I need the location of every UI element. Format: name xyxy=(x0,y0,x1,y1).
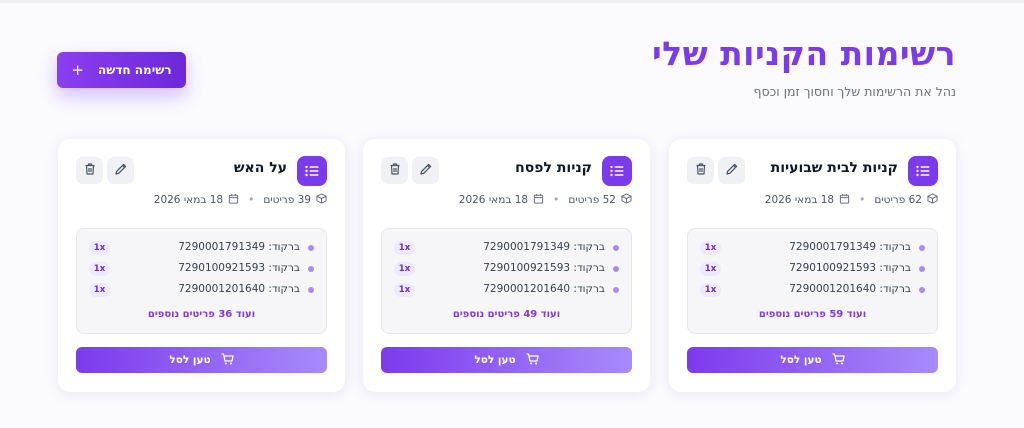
bullet-dot xyxy=(308,245,314,251)
list-title: קניות לפסח xyxy=(515,160,592,176)
load-to-cart-button[interactable]: טען לסל xyxy=(381,347,632,373)
load-to-cart-label: טען לסל xyxy=(474,354,516,366)
qty-badge: 1x xyxy=(700,283,721,297)
cart-icon xyxy=(526,352,539,368)
pencil-icon xyxy=(419,161,433,180)
load-to-cart-button[interactable]: טען לסל xyxy=(687,347,938,373)
delete-button[interactable] xyxy=(687,157,714,184)
box-icon xyxy=(621,193,632,207)
trash-icon xyxy=(83,161,97,180)
edit-button[interactable] xyxy=(412,157,439,184)
box-icon xyxy=(927,193,938,207)
more-items-text: ועוד 36 פריטים נוספים xyxy=(147,309,256,320)
delete-button[interactable] xyxy=(381,157,408,184)
qty-badge: 1x xyxy=(700,241,721,255)
bullet-dot xyxy=(308,287,314,293)
list-item: ברקוד: 7290100921593 1x xyxy=(89,262,314,276)
bullet-dot xyxy=(613,245,619,251)
pencil-icon xyxy=(114,161,128,180)
calendar-icon xyxy=(533,193,544,207)
list-item: ברקוד: 7290001201640 1x xyxy=(89,283,314,297)
more-items-text: ועוד 49 פריטים נוספים xyxy=(452,309,561,320)
qty-badge: 1x xyxy=(394,241,415,255)
item-barcode: ברקוד: 7290001791349 xyxy=(483,241,605,253)
delete-button[interactable] xyxy=(76,157,103,184)
item-barcode: ברקוד: 7290100921593 xyxy=(178,262,300,274)
qty-badge: 1x xyxy=(89,283,110,297)
plus-icon: + xyxy=(71,60,84,79)
list-meta: 52 פריטים • 18 במאי 2026 xyxy=(459,193,632,207)
load-to-cart-label: טען לסל xyxy=(780,354,822,366)
item-barcode: ברקוד: 7290001201640 xyxy=(483,283,605,295)
qty-badge: 1x xyxy=(700,262,721,276)
qty-badge: 1x xyxy=(394,283,415,297)
trash-icon xyxy=(388,161,402,180)
items-preview: ברקוד: 7290001791349 1x ברקוד: 729010092… xyxy=(381,228,632,334)
box-icon xyxy=(316,193,327,207)
list-item: ברקוד: 7290100921593 1x xyxy=(394,262,619,276)
item-barcode: ברקוד: 7290001791349 xyxy=(178,241,300,253)
shopping-list-card: קניות לפסח 52 פריטים • 18 במאי 2026 ברקו… xyxy=(363,139,650,392)
cart-icon xyxy=(832,352,845,368)
items-count: 52 פריטים xyxy=(568,194,616,206)
bullet-dot xyxy=(919,287,925,293)
list-item: ברקוד: 7290100921593 1x xyxy=(700,262,925,276)
new-list-button[interactable]: רשימה חדשה + xyxy=(57,52,186,88)
pencil-icon xyxy=(725,161,739,180)
bullet-dot xyxy=(919,266,925,272)
load-to-cart-button[interactable]: טען לסל xyxy=(76,347,327,373)
list-icon xyxy=(297,156,327,186)
trash-icon xyxy=(694,161,708,180)
list-date: 18 במאי 2026 xyxy=(764,194,835,206)
items-count: 62 פריטים xyxy=(874,194,922,206)
bullet-dot xyxy=(613,266,619,272)
load-to-cart-label: טען לסל xyxy=(169,354,211,366)
list-date: 18 במאי 2026 xyxy=(458,194,529,206)
list-icon xyxy=(908,156,938,186)
list-title: על האש xyxy=(233,160,287,176)
list-item: ברקוד: 7290001201640 1x xyxy=(394,283,619,297)
calendar-icon xyxy=(839,193,850,207)
page-subtitle: נהל את הרשימות שלך וחסוך זמן וכסף xyxy=(753,84,957,99)
items-count: 39 פריטים xyxy=(263,194,311,206)
item-barcode: ברקוד: 7290001201640 xyxy=(178,283,300,295)
cart-icon xyxy=(221,352,234,368)
item-barcode: ברקוד: 7290100921593 xyxy=(483,262,605,274)
qty-badge: 1x xyxy=(89,241,110,255)
shopping-list-card: על האש 39 פריטים • 18 במאי 2026 ברקוד: 7… xyxy=(58,139,345,392)
list-meta: 62 פריטים • 18 במאי 2026 xyxy=(765,193,938,207)
item-barcode: ברקוד: 7290001201640 xyxy=(789,283,911,295)
top-divider xyxy=(0,0,1024,3)
qty-badge: 1x xyxy=(89,262,110,276)
list-meta: 39 פריטים • 18 במאי 2026 xyxy=(154,193,327,207)
list-title: קניות לבית שבועיות xyxy=(770,160,898,176)
meta-separator: • xyxy=(859,194,866,206)
list-icon xyxy=(602,156,632,186)
item-barcode: ברקוד: 7290100921593 xyxy=(789,262,911,274)
page-title: רשימות הקניות שלי xyxy=(651,34,956,73)
qty-badge: 1x xyxy=(394,262,415,276)
list-date: 18 במאי 2026 xyxy=(153,194,224,206)
bullet-dot xyxy=(613,287,619,293)
new-list-label: רשימה חדשה xyxy=(97,63,172,77)
items-preview: ברקוד: 7290001791349 1x ברקוד: 729010092… xyxy=(76,228,327,334)
item-barcode: ברקוד: 7290001791349 xyxy=(789,241,911,253)
list-item: ברקוד: 7290001201640 1x xyxy=(700,283,925,297)
edit-button[interactable] xyxy=(718,157,745,184)
items-preview: ברקוד: 7290001791349 1x ברקוד: 729010092… xyxy=(687,228,938,334)
meta-separator: • xyxy=(248,194,255,206)
edit-button[interactable] xyxy=(107,157,134,184)
more-items-text: ועוד 59 פריטים נוספים xyxy=(758,309,867,320)
shopping-list-card: קניות לבית שבועיות 62 פריטים • 18 במאי 2… xyxy=(669,139,956,392)
bullet-dot xyxy=(919,245,925,251)
list-item: ברקוד: 7290001791349 1x xyxy=(700,241,925,255)
list-item: ברקוד: 7290001791349 1x xyxy=(89,241,314,255)
meta-separator: • xyxy=(553,194,560,206)
bullet-dot xyxy=(308,266,314,272)
calendar-icon xyxy=(228,193,239,207)
list-item: ברקוד: 7290001791349 1x xyxy=(394,241,619,255)
